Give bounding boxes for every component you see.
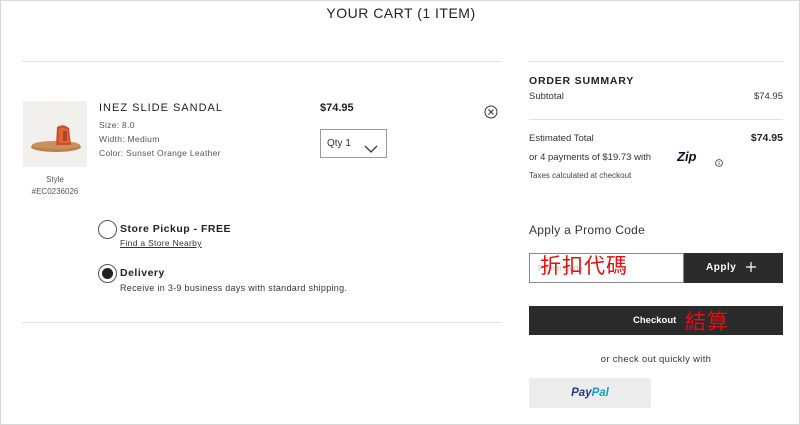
estimated-total-value: $74.95 bbox=[750, 132, 783, 144]
product-image[interactable] bbox=[23, 101, 87, 167]
checkout-overlay-text: 結算 bbox=[685, 310, 729, 334]
chevron-down-icon bbox=[364, 138, 378, 165]
checkout-button[interactable]: Checkout 結算 bbox=[529, 306, 783, 335]
divider bbox=[22, 322, 502, 323]
quick-checkout-text: or check out quickly with bbox=[600, 354, 712, 365]
taxes-note: Taxes calculated at checkout bbox=[529, 171, 632, 180]
subtotal-value: $74.95 bbox=[753, 91, 783, 102]
style-number: Style #EC0236026 bbox=[31, 175, 79, 196]
order-summary-title: ORDER SUMMARY bbox=[529, 75, 635, 87]
find-store-link[interactable]: Find a Store Nearby bbox=[120, 238, 202, 248]
zip-logo: Zip bbox=[676, 149, 711, 169]
subtotal-label: Subtotal bbox=[529, 91, 564, 102]
delivery-label[interactable]: Delivery bbox=[120, 267, 165, 279]
product-size: Size: 8.0 bbox=[99, 120, 135, 130]
installments-text: or 4 payments of $19.73 with bbox=[529, 152, 651, 163]
checkout-label: Checkout bbox=[633, 315, 677, 326]
delivery-description: Receive in 3-9 business days with standa… bbox=[120, 283, 348, 293]
product-name[interactable]: INEZ SLIDE SANDAL bbox=[99, 102, 223, 114]
divider bbox=[22, 61, 502, 62]
item-price: $74.95 bbox=[320, 102, 354, 114]
quantity-value: Qty 1 bbox=[327, 138, 351, 149]
promo-overlay-text: 折扣代碼 bbox=[540, 254, 628, 278]
store-pickup-label[interactable]: Store Pickup - FREE bbox=[120, 223, 231, 235]
paypal-logo-part2: Pal bbox=[591, 387, 609, 399]
svg-text:Zip: Zip bbox=[677, 150, 697, 164]
apply-promo-button[interactable]: Apply bbox=[684, 253, 783, 283]
divider bbox=[529, 61, 783, 62]
divider bbox=[529, 119, 783, 120]
estimated-total-label: Estimated Total bbox=[529, 133, 594, 144]
apply-label: Apply bbox=[706, 262, 737, 273]
promo-title: Apply a Promo Code bbox=[529, 223, 646, 237]
delivery-radio[interactable] bbox=[98, 264, 117, 283]
info-icon[interactable] bbox=[715, 154, 723, 172]
page-title: YOUR CART (1 ITEM) bbox=[326, 5, 476, 21]
paypal-logo-part1: Pay bbox=[571, 387, 592, 399]
paypal-button[interactable]: PayPal bbox=[529, 378, 651, 408]
promo-code-input[interactable]: Promo Code 折扣代碼 bbox=[529, 253, 684, 283]
product-color: Color: Sunset Orange Leather bbox=[99, 148, 221, 158]
store-pickup-radio[interactable] bbox=[98, 220, 117, 239]
plus-icon bbox=[745, 261, 757, 276]
quantity-select[interactable]: Qty 1 bbox=[320, 129, 387, 158]
remove-item-icon[interactable] bbox=[484, 105, 498, 119]
product-width: Width: Medium bbox=[99, 134, 160, 144]
